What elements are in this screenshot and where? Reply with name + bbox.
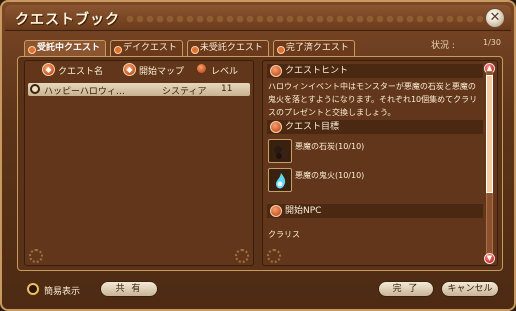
npc-icon: [270, 205, 282, 217]
window-title: クエストブック: [15, 12, 120, 28]
gear-ornament-icon: [29, 249, 43, 263]
scroll-down-icon[interactable]: ▼: [484, 253, 495, 264]
status-label: 状況 :: [431, 41, 455, 51]
quest-level: 11: [221, 84, 233, 94]
complete-button[interactable]: 完 了: [378, 281, 434, 297]
objective-icon: [270, 121, 282, 133]
quest-row[interactable]: ハッピーハロウィ… システィア 11: [28, 83, 250, 97]
npc-header-label: 開始NPC: [285, 206, 322, 216]
share-button[interactable]: 共 有: [100, 281, 158, 297]
column-quest-name[interactable]: ◆ クエスト名: [42, 63, 104, 77]
tab-completed-quests[interactable]: 完了済クエスト: [272, 40, 355, 56]
quest-list-header: ◆ クエスト名 ◆ 開始マップ レベル: [25, 61, 253, 81]
tab-accepted-quests[interactable]: 受託中クエスト: [24, 40, 107, 56]
objective-label: 悪魔の石炭(10/10): [295, 142, 365, 151]
column-start-map-label: 開始マップ: [139, 67, 185, 77]
column-start-map[interactable]: ◆ 開始マップ: [123, 63, 185, 77]
objective-header-label: クエスト目標: [285, 122, 340, 132]
detail-scrollbar[interactable]: ▲ ▼: [484, 63, 495, 265]
column-quest-name-label: クエスト名: [58, 67, 104, 77]
sort-icon: ◆: [42, 63, 55, 76]
status-value: 1/30: [483, 38, 501, 47]
column-level-label: レベル: [211, 67, 239, 77]
objective-item[interactable]: 悪魔の石炭(10/10): [268, 139, 478, 165]
tab-bar: 受託中クエスト デイクエスト 未受託クエスト 完了済クエスト: [24, 40, 355, 56]
quest-detail-panel: クエストヒント ハロウィンイベント中はモンスターが悪魔の石炭と悪魔の鬼火を落とす…: [262, 60, 498, 266]
hint-section-header: クエストヒント: [267, 64, 483, 78]
simple-view-checkbox[interactable]: [27, 283, 39, 295]
npc-section-header: 開始NPC: [267, 204, 483, 218]
scroll-thumb[interactable]: [486, 75, 493, 193]
tab-daily-quests[interactable]: デイクエスト: [110, 40, 183, 56]
quest-list-panel: ◆ クエスト名 ◆ 開始マップ レベル ハッピーハロウィ… システィア 11: [24, 60, 254, 266]
hint-text: ハロウィンイベント中はモンスターが悪魔の石炭と悪魔の鬼火を落とすようになります。…: [268, 82, 478, 117]
close-icon: ✕: [489, 10, 501, 25]
objective-item[interactable]: 悪魔の鬼火(10/10): [268, 168, 478, 194]
quest-status-icon: [30, 84, 40, 94]
gear-ornament-icon: [267, 249, 281, 263]
gear-ornament-icon: [235, 249, 249, 263]
sort-icon: ◆: [123, 63, 136, 76]
footer-bar: 簡易表示 共 有 完 了 キャンセル: [0, 279, 516, 303]
quest-map: システィア: [162, 87, 207, 97]
sort-icon: [197, 64, 206, 73]
close-button[interactable]: ✕: [485, 8, 505, 28]
hint-header-label: クエストヒント: [285, 66, 349, 76]
hint-icon: [270, 65, 282, 77]
objective-label: 悪魔の鬼火(10/10): [295, 171, 365, 180]
cancel-button[interactable]: キャンセル: [441, 281, 499, 297]
title-bar[interactable]: クエストブック ✕: [5, 5, 511, 31]
column-level[interactable]: レベル: [195, 64, 238, 77]
coal-icon: [268, 139, 292, 163]
npc-name: クラリス: [268, 230, 300, 239]
title-ornament: [125, 14, 485, 24]
simple-view-label: 簡易表示: [44, 287, 81, 297]
wisp-icon: [268, 168, 292, 192]
objective-section-header: クエスト目標: [267, 120, 483, 134]
quest-name: ハッピーハロウィ…: [44, 87, 125, 97]
tab-unaccepted-quests[interactable]: 未受託クエスト: [186, 40, 269, 56]
